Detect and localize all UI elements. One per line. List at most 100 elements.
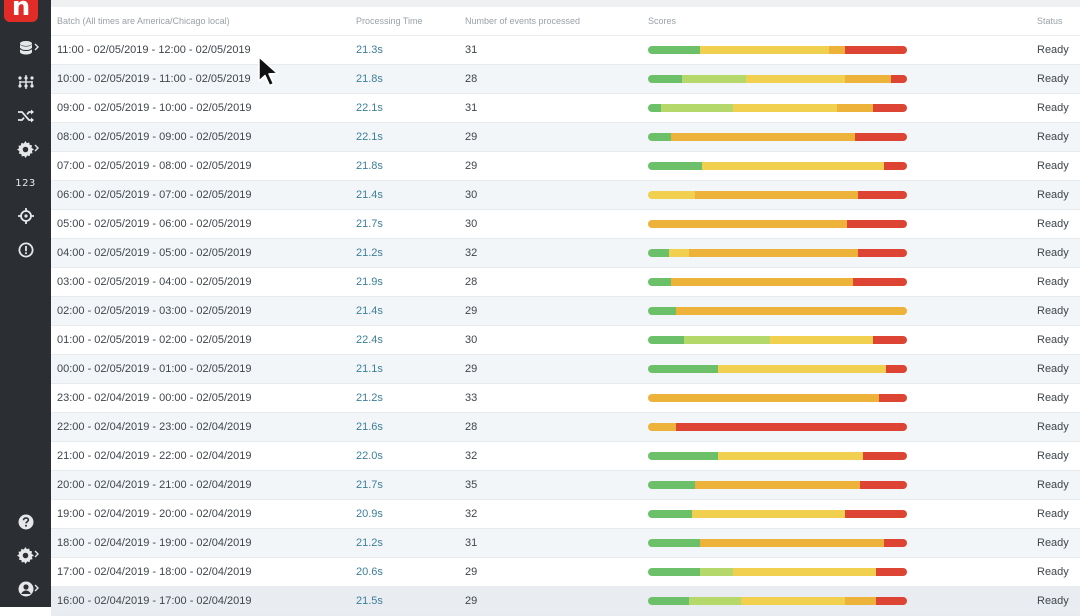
table-row[interactable]: 05:00 - 02/05/2019 - 06:00 - 02/05/2019 2… bbox=[51, 210, 1080, 239]
score-bar[interactable] bbox=[648, 423, 907, 431]
header-processing-time[interactable]: Processing Time bbox=[356, 7, 423, 35]
table-row[interactable]: 11:00 - 02/05/2019 - 12:00 - 02/05/2019 2… bbox=[51, 36, 1080, 65]
event-count: 30 bbox=[465, 218, 478, 230]
processing-time-link[interactable]: 21.7s bbox=[356, 210, 383, 239]
sidebar-item-numbers[interactable]: 123 bbox=[0, 170, 51, 196]
score-segment bbox=[648, 568, 700, 576]
sidebar-item-shuffle[interactable] bbox=[0, 103, 51, 129]
score-bar[interactable] bbox=[648, 336, 907, 344]
event-count: 28 bbox=[465, 421, 478, 433]
table-row[interactable]: 16:00 - 02/04/2019 - 17:00 - 02/04/2019 2… bbox=[51, 587, 1080, 616]
score-segment bbox=[671, 278, 853, 286]
processing-time-link[interactable]: 21.1s bbox=[356, 355, 383, 384]
score-segment bbox=[648, 394, 879, 402]
table-row[interactable]: 10:00 - 02/05/2019 - 11:00 - 02/05/2019 2… bbox=[51, 65, 1080, 94]
table-row[interactable]: 00:00 - 02/05/2019 - 01:00 - 02/05/2019 2… bbox=[51, 355, 1080, 384]
numbers-icon: 123 bbox=[15, 177, 36, 189]
processing-time-link[interactable]: 21.3s bbox=[356, 36, 383, 65]
processing-time-link[interactable]: 22.1s bbox=[356, 123, 383, 152]
processing-time-link[interactable]: 20.6s bbox=[356, 558, 383, 587]
sidebar-item-settings[interactable] bbox=[0, 542, 51, 568]
processing-time-link[interactable]: 22.1s bbox=[356, 94, 383, 123]
status-label: Ready bbox=[1037, 131, 1069, 143]
table-row[interactable]: 07:00 - 02/05/2019 - 08:00 - 02/05/2019 2… bbox=[51, 152, 1080, 181]
score-bar[interactable] bbox=[648, 481, 907, 489]
processing-time-link[interactable]: 21.4s bbox=[356, 181, 383, 210]
processing-time-link[interactable]: 22.0s bbox=[356, 442, 383, 471]
score-bar[interactable] bbox=[648, 510, 907, 518]
header-batch[interactable]: Batch (All times are America/Chicago loc… bbox=[57, 7, 230, 35]
processing-time-link[interactable]: 21.2s bbox=[356, 239, 383, 268]
processing-time-link[interactable]: 21.9s bbox=[356, 268, 383, 297]
score-bar[interactable] bbox=[648, 46, 907, 54]
sidebar-item-data[interactable] bbox=[0, 35, 51, 61]
header-scores[interactable]: Scores bbox=[648, 7, 676, 35]
score-segment bbox=[648, 46, 700, 54]
table-row[interactable]: 23:00 - 02/04/2019 - 00:00 - 02/05/2019 2… bbox=[51, 384, 1080, 413]
sidebar-item-target[interactable] bbox=[0, 203, 51, 229]
header-status[interactable]: Status bbox=[1037, 7, 1063, 35]
score-bar[interactable] bbox=[648, 75, 907, 83]
score-bar[interactable] bbox=[648, 452, 907, 460]
status-label: Ready bbox=[1037, 102, 1069, 114]
help-icon bbox=[18, 514, 33, 530]
table-row[interactable]: 22:00 - 02/04/2019 - 23:00 - 02/04/2019 2… bbox=[51, 413, 1080, 442]
processing-time-link[interactable]: 21.4s bbox=[356, 297, 383, 326]
sidebar-item-alerts[interactable] bbox=[0, 237, 51, 263]
score-segment bbox=[648, 336, 685, 344]
sidebar-item-help[interactable] bbox=[0, 509, 51, 535]
score-bar[interactable] bbox=[648, 307, 907, 315]
table-row[interactable]: 06:00 - 02/05/2019 - 07:00 - 02/05/2019 2… bbox=[51, 181, 1080, 210]
score-bar[interactable] bbox=[648, 162, 907, 170]
score-bar[interactable] bbox=[648, 597, 907, 605]
sidebar-item-network[interactable] bbox=[0, 69, 51, 95]
score-bar[interactable] bbox=[648, 539, 907, 547]
score-bar[interactable] bbox=[648, 394, 907, 402]
score-bar[interactable] bbox=[648, 365, 907, 373]
table-row[interactable]: 18:00 - 02/04/2019 - 19:00 - 02/04/2019 2… bbox=[51, 529, 1080, 558]
table-row[interactable]: 20:00 - 02/04/2019 - 21:00 - 02/04/2019 2… bbox=[51, 471, 1080, 500]
processing-time-link[interactable]: 20.9s bbox=[356, 500, 383, 529]
score-bar[interactable] bbox=[648, 220, 907, 228]
table-row[interactable]: 04:00 - 02/05/2019 - 05:00 - 02/05/2019 2… bbox=[51, 239, 1080, 268]
processing-time-link[interactable]: 21.6s bbox=[356, 413, 383, 442]
score-segment bbox=[875, 597, 907, 605]
sidebar-item-user[interactable] bbox=[0, 576, 51, 602]
batch-label: 01:00 - 02/05/2019 - 02:00 - 02/05/2019 bbox=[57, 334, 252, 346]
header-events[interactable]: Number of events processed bbox=[465, 7, 580, 35]
status-label: Ready bbox=[1037, 189, 1069, 201]
score-segment bbox=[844, 597, 876, 605]
score-segment bbox=[684, 336, 770, 344]
processing-time-link[interactable]: 21.8s bbox=[356, 152, 383, 181]
settings-icon bbox=[17, 546, 34, 564]
score-segment bbox=[873, 104, 907, 112]
status-label: Ready bbox=[1037, 247, 1069, 259]
score-segment bbox=[699, 568, 734, 576]
score-bar[interactable] bbox=[648, 249, 907, 257]
processing-time-link[interactable]: 21.5s bbox=[356, 587, 383, 616]
table-row[interactable]: 21:00 - 02/04/2019 - 22:00 - 02/04/2019 2… bbox=[51, 442, 1080, 471]
score-segment bbox=[875, 568, 907, 576]
table-row[interactable]: 03:00 - 02/05/2019 - 04:00 - 02/05/2019 2… bbox=[51, 268, 1080, 297]
processing-time-link[interactable]: 22.4s bbox=[356, 326, 383, 355]
table-row[interactable]: 08:00 - 02/05/2019 - 09:00 - 02/05/2019 2… bbox=[51, 123, 1080, 152]
table-row[interactable]: 02:00 - 02/05/2019 - 03:00 - 02/05/2019 2… bbox=[51, 297, 1080, 326]
table-row[interactable]: 09:00 - 02/05/2019 - 10:00 - 02/05/2019 2… bbox=[51, 94, 1080, 123]
table-row[interactable]: 17:00 - 02/04/2019 - 18:00 - 02/04/2019 2… bbox=[51, 558, 1080, 587]
table-row[interactable]: 19:00 - 02/04/2019 - 20:00 - 02/04/2019 2… bbox=[51, 500, 1080, 529]
processing-time-link[interactable]: 21.7s bbox=[356, 471, 383, 500]
score-bar[interactable] bbox=[648, 191, 907, 199]
score-segment bbox=[855, 133, 907, 141]
processing-time-link[interactable]: 21.2s bbox=[356, 529, 383, 558]
score-bar[interactable] bbox=[648, 133, 907, 141]
status-label: Ready bbox=[1037, 334, 1069, 346]
table-row[interactable]: 01:00 - 02/05/2019 - 02:00 - 02/05/2019 2… bbox=[51, 326, 1080, 355]
processing-time-link[interactable]: 21.8s bbox=[356, 65, 383, 94]
processing-time-link[interactable]: 21.2s bbox=[356, 384, 383, 413]
score-bar[interactable] bbox=[648, 104, 907, 112]
score-bar[interactable] bbox=[648, 278, 907, 286]
sidebar-item-config[interactable] bbox=[0, 136, 51, 162]
app-logo[interactable]: n bbox=[4, 0, 38, 22]
score-bar[interactable] bbox=[648, 568, 907, 576]
status-label: Ready bbox=[1037, 392, 1069, 404]
